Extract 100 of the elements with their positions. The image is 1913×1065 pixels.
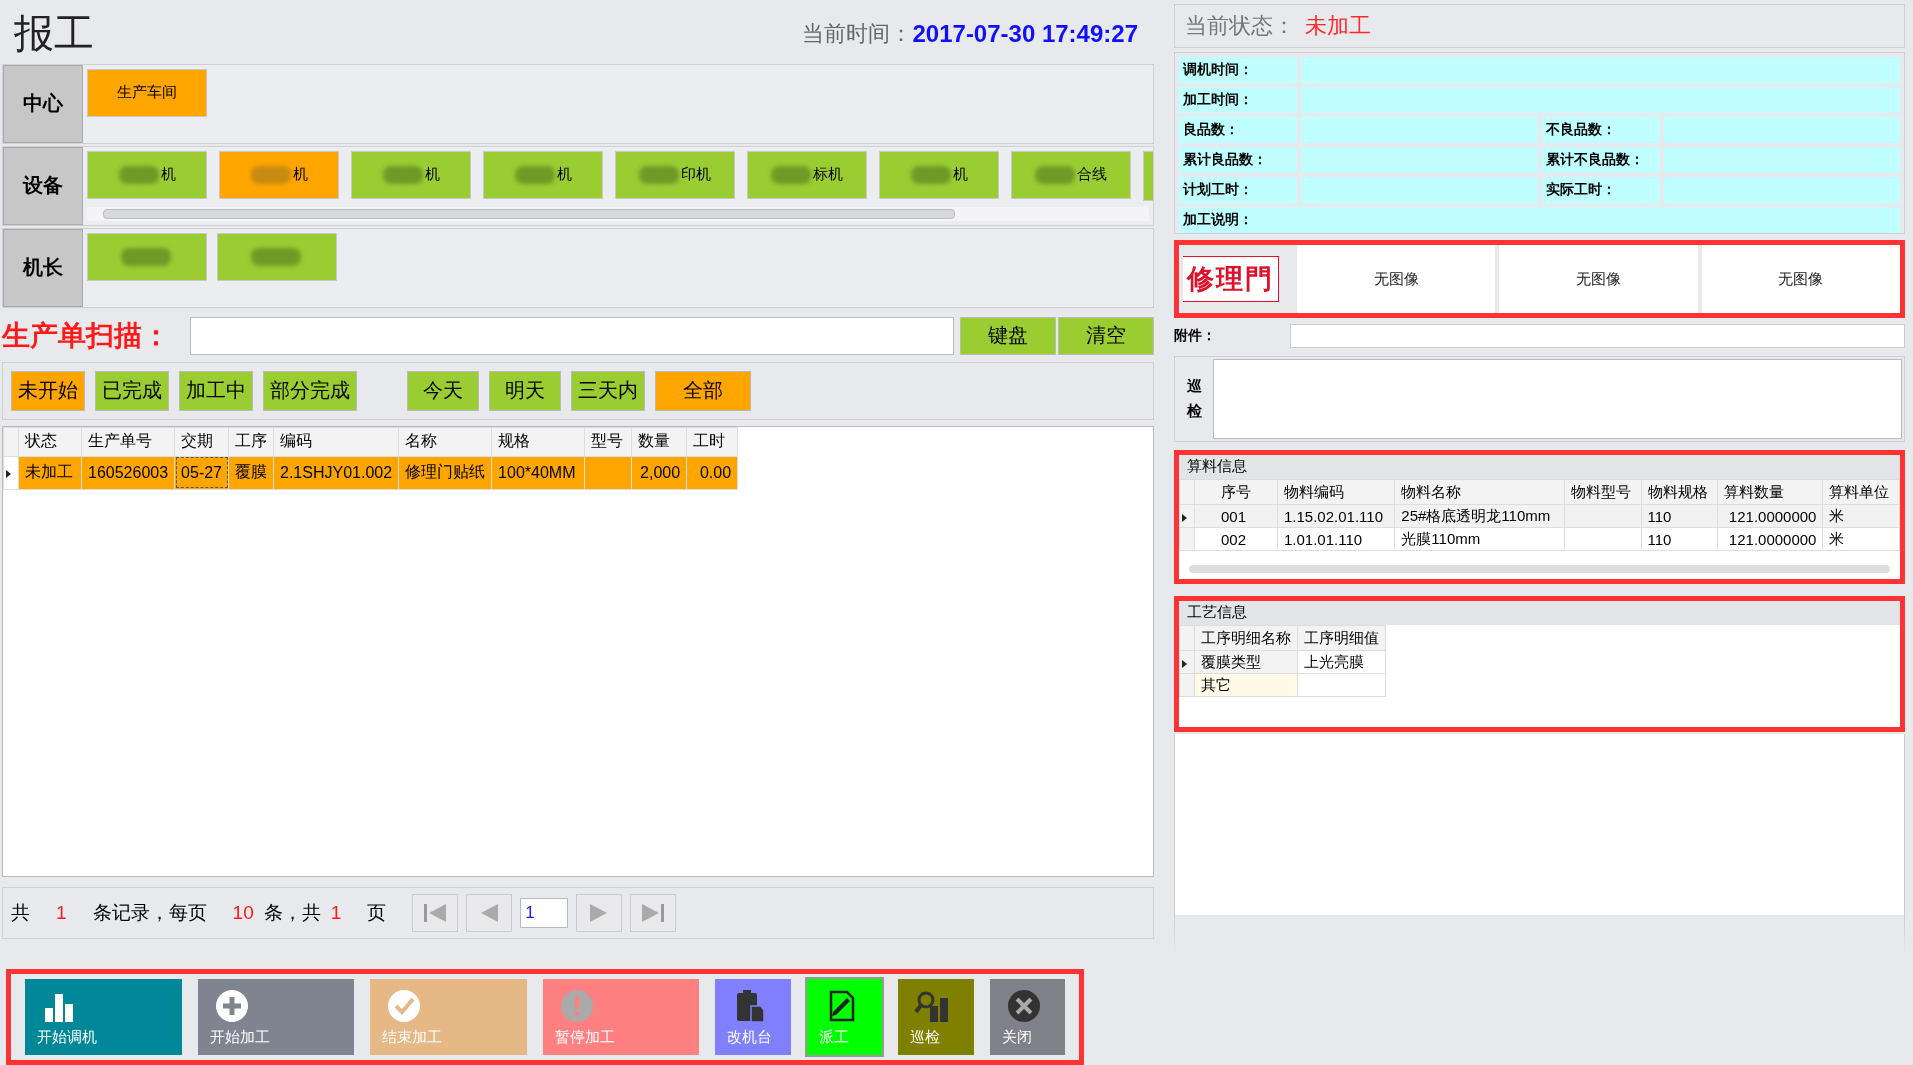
center-button[interactable]: 生产车间 xyxy=(87,68,207,117)
device-button[interactable]: 印机 xyxy=(615,150,735,199)
column-header[interactable]: 物料编码 xyxy=(1277,479,1395,505)
table-cell: 修理门贴纸 xyxy=(398,456,492,490)
table-row[interactable]: 未加工 160526003 05-27 覆膜 2.1SHJY01.002 修理门贴纸 100*40MM 2,000 0.00 xyxy=(3,456,738,490)
column-header[interactable]: 物料规格 xyxy=(1641,479,1718,505)
image-field[interactable]: 无图像 xyxy=(1297,245,1496,313)
filter-button[interactable]: 未开始 xyxy=(11,370,85,411)
status-value: 未加工 xyxy=(1305,12,1371,40)
table-row[interactable]: 覆膜类型 上光亮膜 xyxy=(1179,650,1386,674)
operator-button[interactable] xyxy=(217,232,337,281)
column-header[interactable]: 物料型号 xyxy=(1564,479,1642,505)
device-button[interactable]: 标机 xyxy=(747,150,867,199)
column-header[interactable]: 型号 xyxy=(584,427,632,457)
pager-text: 页 xyxy=(367,900,387,926)
warning-icon xyxy=(558,987,595,1024)
group-label: 中心 xyxy=(3,64,83,143)
image-field[interactable]: 无图像 xyxy=(1499,245,1698,313)
check-icon xyxy=(386,987,423,1024)
column-header[interactable]: 状态 xyxy=(18,427,82,457)
scan-button[interactable]: 键盘 xyxy=(960,316,1056,355)
table-cell: 上光亮膜 xyxy=(1297,650,1386,674)
horizontal-scrollbar[interactable] xyxy=(1189,565,1890,573)
column-header[interactable]: 算料单位 xyxy=(1822,479,1900,505)
table-cell: 160526003 xyxy=(81,456,175,490)
row-pointer-icon xyxy=(6,469,11,478)
column-header[interactable]: 序号 xyxy=(1194,479,1278,505)
toolbar-button[interactable]: 开始加工 xyxy=(197,979,355,1056)
table-cell xyxy=(584,456,632,490)
table-row[interactable]: 其它 xyxy=(1179,673,1386,697)
operator-button[interactable] xyxy=(87,232,207,281)
panel-title: 算料信息 xyxy=(1179,455,1900,479)
column-header[interactable]: 交期 xyxy=(174,427,229,457)
next-page-button[interactable] xyxy=(576,894,623,933)
column-header[interactable]: 编码 xyxy=(273,427,399,457)
column-header[interactable]: 生产单号 xyxy=(81,427,175,457)
device-button[interactable]: 机 xyxy=(879,150,999,199)
toolbar-button[interactable]: 巡检 xyxy=(898,979,974,1056)
column-header[interactable]: 数量 xyxy=(631,427,687,457)
field-label: 良品数： xyxy=(1179,117,1297,143)
device-button[interactable]: 机 xyxy=(351,150,471,199)
toolbar-button[interactable]: 关闭 xyxy=(989,979,1065,1056)
device-button[interactable]: 机 xyxy=(87,150,207,199)
page-title: 报工 xyxy=(14,10,95,59)
column-header[interactable]: 规格 xyxy=(491,427,585,457)
column-header[interactable]: 名称 xyxy=(398,427,492,457)
table-cell: 05-27 xyxy=(174,456,229,490)
table-row[interactable]: 001 1.15.02.01.110 25#格底透明龙110mm 110 121.0000000 米 xyxy=(1179,504,1900,528)
table-cell: 002 xyxy=(1194,527,1278,551)
scan-button[interactable]: 清空 xyxy=(1058,316,1154,355)
page-size: 10 xyxy=(232,902,254,925)
last-page-button[interactable] xyxy=(630,894,677,933)
skip-first-icon xyxy=(422,902,449,925)
pager-text: 共 xyxy=(11,900,30,926)
field-label: 累计不良品数： xyxy=(1541,147,1660,173)
scan-field[interactable] xyxy=(190,316,954,355)
page-count: 1 xyxy=(330,902,342,925)
table-row[interactable]: 002 1.01.01.110 光膜110mm 110 121.0000000 米 xyxy=(1179,527,1900,551)
table-cell: 1.15.02.01.110 xyxy=(1277,504,1395,528)
row-pointer-icon xyxy=(1182,513,1187,522)
device-button[interactable]: 合线 xyxy=(1011,150,1131,199)
table-cell: 2.1SHJY01.002 xyxy=(273,456,399,490)
image-field[interactable]: 无图像 xyxy=(1701,245,1900,313)
filter-button[interactable]: 已完成 xyxy=(95,370,169,411)
column-header[interactable]: 工时 xyxy=(686,427,738,457)
table-cell: 121.0000000 xyxy=(1717,527,1823,551)
pager-text: 条，共 xyxy=(263,900,321,926)
device-button[interactable]: 机 xyxy=(483,150,603,199)
column-header[interactable]: 工序明细值 xyxy=(1297,625,1386,651)
field-label: 实际工时： xyxy=(1541,177,1660,203)
first-page-button[interactable] xyxy=(412,894,459,933)
logo: 修理門 xyxy=(1183,256,1279,302)
table-cell: 110 xyxy=(1641,527,1718,551)
column-header[interactable]: 工序 xyxy=(228,427,274,457)
toolbar-button[interactable]: 开始调机 xyxy=(25,979,182,1056)
field-label: 累计良品数： xyxy=(1179,147,1297,173)
column-header[interactable]: 算料数量 xyxy=(1717,479,1823,505)
clock-label: 当前时间： xyxy=(802,19,913,48)
table-cell: 25#格底透明龙110mm xyxy=(1394,504,1565,528)
filter-button[interactable]: 全部 xyxy=(655,370,751,411)
filter-button[interactable]: 三天内 xyxy=(571,370,645,411)
filter-button[interactable]: 加工中 xyxy=(179,370,253,411)
table-cell: 2,000 xyxy=(631,456,687,490)
inspection-box[interactable] xyxy=(1213,359,1902,439)
column-header[interactable]: 工序明细名称 xyxy=(1194,625,1298,651)
device-button[interactable]: 机 xyxy=(219,150,339,199)
pager-text: 条记录，每页 xyxy=(92,900,207,926)
field-label: 调机时间： xyxy=(1179,57,1297,83)
filter-button[interactable]: 部分完成 xyxy=(263,370,357,411)
filter-button[interactable]: 今天 xyxy=(407,370,479,411)
filter-button[interactable]: 明天 xyxy=(489,370,561,411)
previous-page-button[interactable] xyxy=(466,894,513,933)
attachment-field[interactable] xyxy=(1290,324,1905,348)
table-cell: 1.01.01.110 xyxy=(1277,527,1395,551)
horizontal-scrollbar[interactable] xyxy=(87,206,1149,221)
field-label: 附件： xyxy=(1174,327,1217,345)
column-header[interactable]: 物料名称 xyxy=(1394,479,1565,505)
close-icon xyxy=(1005,987,1042,1024)
page-field[interactable]: 1 xyxy=(520,898,569,929)
table-cell: 未加工 xyxy=(18,456,82,490)
